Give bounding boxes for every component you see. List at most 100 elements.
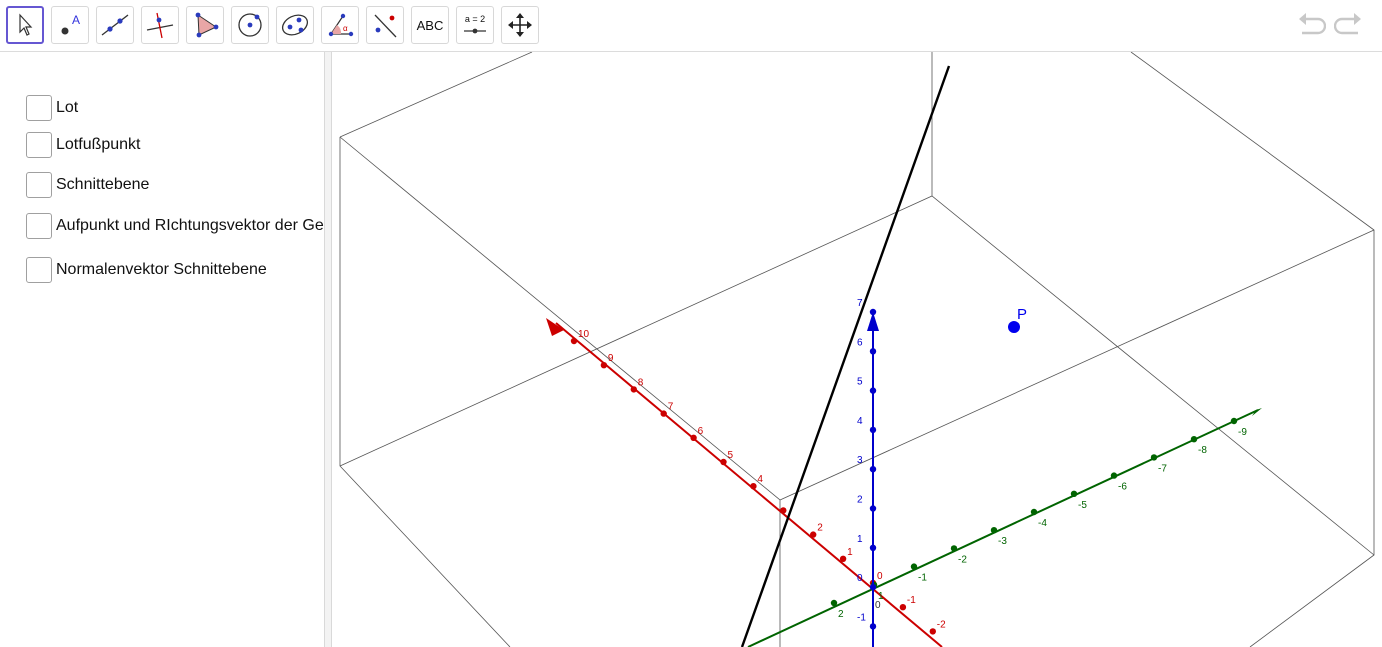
box-edge — [339, 137, 511, 647]
y-axis-tick-label: -4 — [1038, 518, 1047, 529]
x-axis-line — [555, 322, 943, 647]
y-axis-tick-label: -2 — [958, 554, 967, 565]
x-axis-tick — [660, 410, 667, 417]
undo-icon — [1299, 13, 1327, 35]
x-axis-tick — [570, 337, 578, 345]
conic-tool[interactable] — [276, 6, 314, 44]
x-axis-tick-label: 6 — [698, 426, 704, 437]
line-tool[interactable] — [96, 6, 134, 44]
circle-tool[interactable] — [231, 6, 269, 44]
box-edge — [779, 229, 1375, 501]
redo-button[interactable] — [1333, 12, 1364, 43]
z-axis-tick-label: 6 — [857, 337, 863, 348]
checkbox-row-lotfusspunkt[interactable]: Lotfußpunkt — [26, 132, 141, 158]
x-axis-tick — [600, 362, 608, 369]
polygon-tool[interactable] — [186, 6, 224, 44]
z-axis-tick-label: 1 — [857, 534, 863, 545]
x-axis: 10987654210-1-2 — [546, 318, 946, 647]
z-axis-tick-label: -1 — [857, 612, 866, 623]
y-axis-tick — [1190, 436, 1198, 443]
z-axis-tick — [869, 623, 877, 630]
z-axis-tick — [869, 505, 877, 512]
z-axis-tick — [869, 348, 877, 355]
y-axis-tick-label: -9 — [1238, 427, 1247, 438]
slider-tool[interactable]: a = 2 — [456, 6, 494, 44]
graphics-3d-view[interactable]: 10 9 8 7 6 5 4 2 1 0 -1 -2 -9 -8 -7 -6 -5 -4 -3 -2 -1 1 2 765… — [332, 52, 1382, 647]
checkbox-lot[interactable] — [26, 95, 52, 121]
checkbox-lotfusspunkt[interactable] — [26, 132, 52, 158]
y-axis-tick — [830, 599, 838, 607]
move-graphics-view-tool[interactable] — [501, 6, 539, 44]
z-axis-tick — [869, 387, 877, 394]
slider-tool-label: a = 2 — [465, 14, 485, 24]
y-axis: -9 -8 -7 -6 -5 -4 -3 -2 -1 1 2 — [747, 408, 1262, 647]
x-axis-tick-label: 10 — [578, 329, 590, 340]
x-axis-tick-label: 9 — [608, 353, 614, 364]
pointer-arrow-icon — [19, 13, 33, 36]
box-edge — [1130, 52, 1375, 647]
x-axis-tick — [630, 386, 637, 393]
algebra-view: Lot Lotfußpunkt Schnittebene Aufpunkt un… — [0, 52, 324, 647]
checkbox-row-aufpunkt[interactable]: Aufpunkt und RIchtungsvektor der Gerade — [26, 213, 324, 239]
y-axis-line — [747, 409, 1259, 647]
graphics-3d-canvas[interactable]: 10987654210-1-2 -9-8-7-6-5-4-3-2-112 765… — [332, 52, 1382, 647]
x-axis-tick — [839, 555, 847, 562]
y-axis-tick-label: -8 — [1198, 445, 1207, 456]
z-axis-tick-label: 2 — [857, 495, 863, 506]
point-p-label: P — [1017, 306, 1027, 323]
checkbox-row-normalenvektor[interactable]: Normalenvektor Schnittebene — [26, 257, 267, 283]
perpendicular-line-icon — [146, 12, 174, 39]
z-axis-tick — [869, 544, 877, 551]
point-tool[interactable]: A — [51, 6, 89, 44]
x-axis-tick — [899, 604, 907, 611]
angle-icon: α — [328, 13, 354, 37]
checkbox-row-schnittebene[interactable]: Schnittebene — [26, 172, 149, 198]
x-axis-tick-label: 5 — [728, 450, 734, 461]
checkbox-schnittebene[interactable] — [26, 172, 52, 198]
reflect-about-line-icon — [374, 14, 397, 38]
checkbox-normalenvektor[interactable] — [26, 257, 52, 283]
angle-tool-label: α — [343, 24, 348, 33]
y-axis-tick — [910, 563, 918, 570]
x-axis-tick — [780, 507, 787, 514]
view-splitter[interactable] — [324, 52, 332, 647]
text-tool[interactable]: ABC — [411, 6, 449, 44]
checkbox-label-lotfusspunkt: Lotfußpunkt — [56, 136, 141, 153]
checkbox-row-lot[interactable]: Lot — [26, 95, 78, 121]
x-axis-tick — [720, 458, 727, 466]
perpendicular-line-tool[interactable] — [141, 6, 179, 44]
x-axis-tick-label: 1 — [847, 547, 853, 558]
z-axis-tick-label: 0 — [857, 573, 863, 584]
line-icon — [101, 14, 129, 36]
checkbox-aufpunkt[interactable] — [26, 213, 52, 239]
polygon-icon — [195, 12, 219, 38]
x-axis-tick-label: 8 — [638, 377, 644, 388]
y-axis-tick — [990, 527, 998, 534]
y-axis-tick — [1230, 417, 1238, 425]
y-axis-tick-label: -5 — [1078, 500, 1087, 511]
toolbar: A α ABC a = 2 — [0, 0, 1382, 52]
circle-icon — [238, 13, 262, 37]
x-axis-tick — [750, 483, 757, 490]
y-axis-tick — [1030, 508, 1038, 516]
x-axis-tick-label: 7 — [668, 402, 674, 413]
reflect-tool[interactable] — [366, 6, 404, 44]
undo-button[interactable] — [1296, 12, 1327, 43]
text-icon: ABC — [416, 17, 444, 33]
y-axis-tick-label: -6 — [1118, 482, 1127, 493]
y-axis-tick-label: 2 — [838, 609, 844, 620]
move-tool[interactable] — [6, 6, 44, 44]
x-axis-tick-label: 4 — [757, 474, 763, 485]
z-axis-tick — [869, 466, 877, 473]
z-axis-tick-label: 4 — [857, 416, 863, 427]
box-edge — [339, 136, 781, 647]
y-axis-tick — [1110, 472, 1118, 479]
checkbox-label-aufpunkt: Aufpunkt und RIchtungsvektor der Gerade — [56, 217, 324, 234]
slider-icon: a = 2 — [464, 14, 486, 34]
z-axis-tick — [869, 583, 877, 591]
angle-tool[interactable]: α — [321, 6, 359, 44]
box-edge — [339, 52, 533, 138]
y-axis-tick-label: -7 — [1158, 463, 1167, 474]
y-axis-tick — [1070, 490, 1078, 497]
move-arrows-icon — [508, 13, 532, 37]
